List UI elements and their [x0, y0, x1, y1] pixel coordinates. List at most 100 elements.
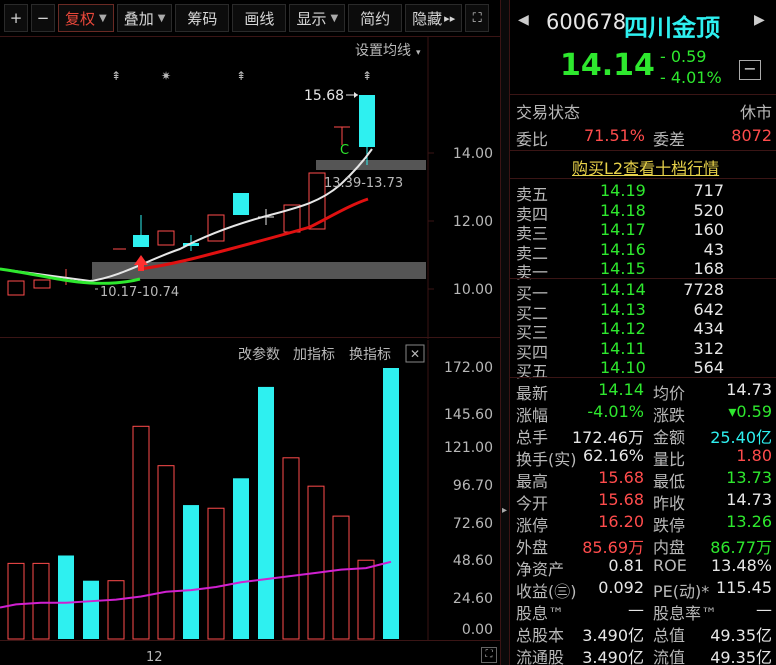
stat-value: ▾0.59 [728, 402, 772, 421]
buy-level-price: 14.14 [600, 280, 646, 299]
weibi-value: 71.51% [584, 126, 646, 145]
display-button[interactable]: 显示 ▼ [289, 4, 346, 32]
stat-value: 15.68 [598, 490, 644, 509]
zoom-in-button[interactable]: + [4, 4, 28, 32]
fuquan-button[interactable]: 复权 ▼ [58, 4, 114, 32]
volume-bar [282, 457, 300, 640]
stock-name: 四川金顶 [624, 14, 720, 42]
next-stock-icon[interactable]: ▶ [754, 12, 765, 28]
y-tick: 24.60 [453, 591, 493, 607]
y-tick: 12.00 [453, 214, 493, 230]
sell-level-volume: 43 [703, 239, 724, 259]
stat-value: — [756, 600, 772, 619]
kline-chart[interactable]: 设置均线 ▾ ⇞ ✷ ⇞ ⇞ 15.68 C 13.39-13.73 10.17… [0, 36, 500, 339]
fuquan-label: 复权 [65, 9, 96, 28]
status-label: 交易状态 [516, 103, 581, 122]
y-tick: 0.00 [462, 622, 493, 638]
draw-line-button[interactable]: 画线 [232, 4, 287, 32]
stat-value: 3.490亿 [582, 648, 644, 665]
ma-setting-link[interactable]: 设置均线 [355, 43, 411, 59]
volume-bar [107, 580, 125, 640]
volume-bar [233, 478, 249, 639]
stat-label: 最低 [653, 472, 686, 491]
volume-chart[interactable]: 改参数 加指标 换指标 ✕ 172.00 145.60 121.00 96.70 72.… [0, 340, 500, 640]
volume-bar [83, 580, 99, 639]
sell-level-price: 14.18 [600, 200, 646, 220]
event-marker[interactable]: ⇞ [236, 69, 246, 83]
volume-bar [307, 485, 325, 640]
price-change: - 0.59 [660, 47, 707, 66]
stat-label: 流值 [653, 648, 686, 665]
stat-label: 昨收 [653, 494, 686, 513]
add-indicator-link[interactable]: 加指标 [293, 347, 335, 363]
stat-label: 总股本 [516, 626, 565, 645]
stat-label: 总值 [653, 626, 686, 645]
stat-value: 1.80 [736, 446, 772, 465]
sell-level-volume: 717 [693, 181, 724, 200]
stat-value: 0.092 [598, 578, 644, 597]
stat-value: 0.81 [608, 556, 644, 575]
c-marker: C [340, 143, 349, 158]
modify-params-link[interactable]: 改参数 [238, 346, 280, 363]
stat-value: 13.48% [710, 556, 772, 575]
buy-level-price: 14.11 [600, 338, 646, 358]
chevron-down-icon: ▼ [157, 12, 166, 24]
event-marker[interactable]: ⇞ [362, 69, 372, 83]
stat-value: 115.45 [716, 578, 772, 597]
hide-button[interactable]: 隐藏 ▸▸ [405, 4, 463, 32]
collapse-button[interactable]: − [739, 60, 761, 80]
stat-label: 股息™ [516, 604, 565, 623]
stat-label: 跌停 [653, 516, 686, 535]
stat-value: 13.73 [726, 468, 772, 487]
y-tick: 145.60 [444, 407, 493, 423]
simple-mode-button[interactable]: 简约 [348, 4, 403, 32]
stat-value: — [628, 600, 644, 619]
y-tick: 121.00 [444, 440, 493, 456]
volume-bar [132, 425, 150, 640]
zoom-out-button[interactable]: − [31, 4, 55, 32]
volume-bar [58, 555, 74, 639]
l2-purchase-link[interactable]: 购买L2查看十档行情 [572, 155, 719, 179]
event-marker[interactable]: ⇞ [111, 69, 121, 83]
y-tick: 72.60 [453, 516, 493, 532]
hide-label: 隐藏 [412, 9, 443, 28]
event-marker[interactable]: ✷ [161, 69, 171, 83]
x-tick: 12 [146, 650, 163, 665]
panel-splitter[interactable]: ▸ [500, 0, 510, 665]
resistance-zone [316, 160, 426, 170]
quote-panel: ◀ 600678 四川金顶 ▶ 14.14 - 0.59 - 4.01% − 交… [510, 0, 776, 665]
volume-bar [332, 515, 350, 640]
high-price-label: 15.68 [304, 88, 344, 104]
buy-level-volume: 434 [693, 319, 724, 338]
sell-level-price: 14.17 [600, 220, 646, 239]
stock-code: 600678 [546, 10, 627, 34]
chips-button[interactable]: 筹码 [175, 4, 230, 32]
stat-label: 今开 [516, 494, 549, 513]
low-price-label: 10.17-10.74 [100, 285, 179, 300]
stat-value: 14.73 [726, 490, 772, 509]
volume-bar [207, 507, 225, 640]
buy-level-label: 买五 [516, 362, 549, 381]
stat-value: 86.77万 [710, 538, 772, 557]
sell-level-volume: 168 [693, 259, 724, 278]
volume-bar [32, 562, 50, 640]
buy-level-price: 14.10 [600, 358, 646, 377]
y-tick: 14.00 [453, 146, 493, 162]
stat-label: 量比 [653, 450, 686, 469]
buy-level-volume: 642 [693, 299, 724, 319]
close-icon: ✕ [410, 347, 420, 361]
fullscreen-icon[interactable]: ⛶ [465, 4, 490, 32]
chevron-down-icon: ▼ [330, 12, 339, 24]
stat-value: 62.16% [582, 446, 644, 465]
price-change-pct: - 4.01% [660, 68, 722, 87]
prev-stock-icon[interactable]: ◀ [518, 12, 529, 28]
buy-level-volume: 564 [693, 358, 724, 377]
stat-value: 49.35亿 [710, 626, 772, 645]
stock-terminal: + − 复权 ▼ 叠加 ▼ 筹码 画线 显示 ▼ 简约 隐藏 ▸▸ ⛶ 设置均线… [0, 0, 776, 665]
expand-icon[interactable]: ⛶ [481, 647, 497, 663]
stat-label: 净资产 [516, 560, 565, 579]
overlay-button[interactable]: 叠加 ▼ [116, 4, 173, 32]
stat-label: 金额 [653, 428, 686, 447]
switch-indicator-link[interactable]: 换指标 [349, 346, 391, 363]
x-axis: 12 ⛶ [0, 640, 500, 665]
